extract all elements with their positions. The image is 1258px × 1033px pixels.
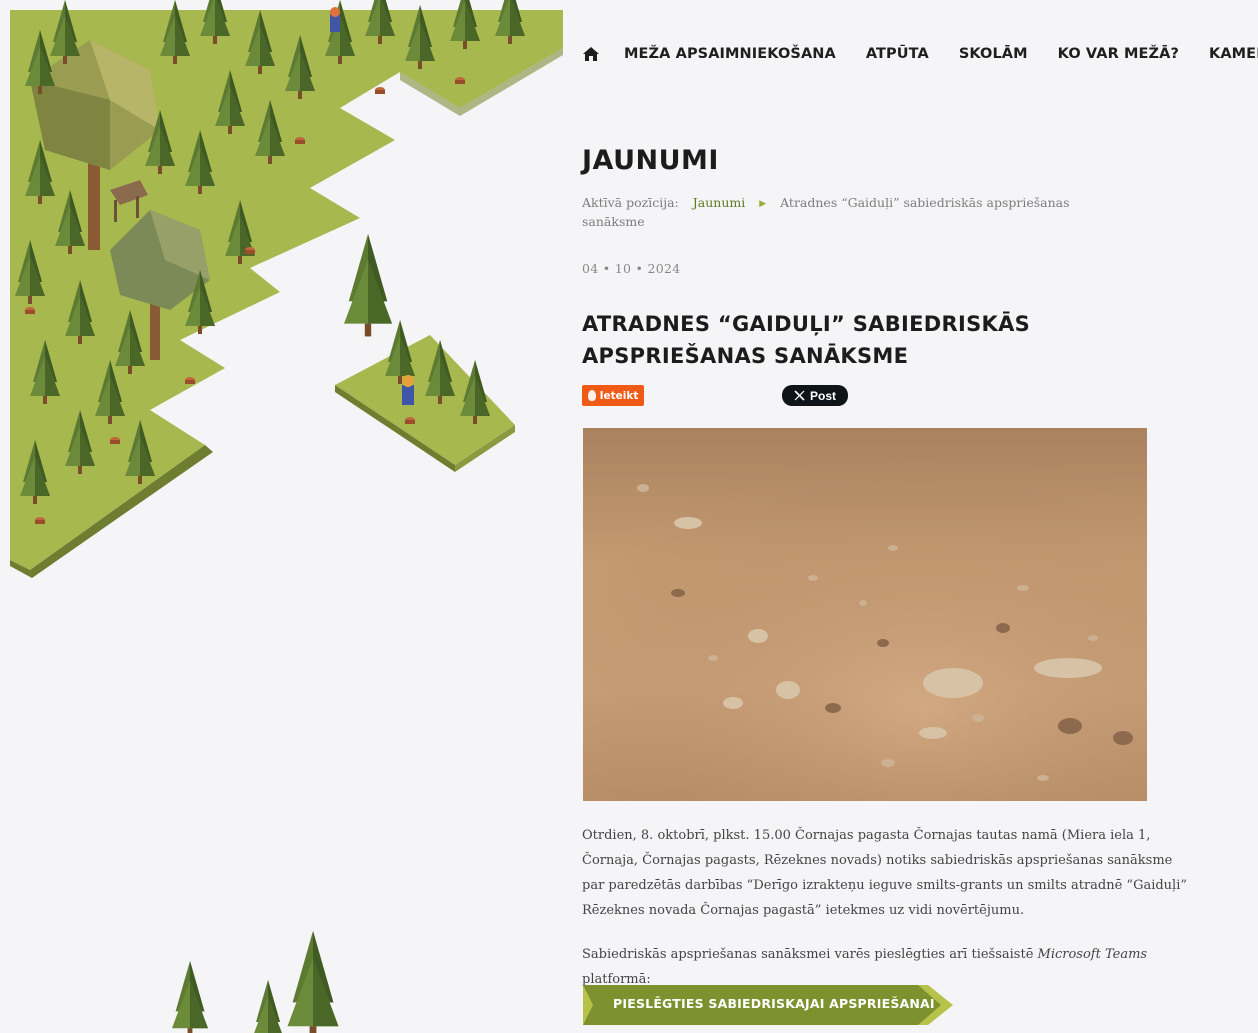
recommend-button[interactable]: Ieteikt — [582, 385, 644, 406]
join-consultation-label: PIESLĒGTIES SABIEDRISKAJAI APSPRIEŠANAI — [613, 996, 935, 1011]
recommend-button-label: Ieteikt — [599, 389, 639, 402]
nav-item-atputa[interactable]: ATPŪTA — [866, 46, 929, 62]
nav-item-meza-apsaimniekosana[interactable]: MEŽA APSAIMNIEKOŠANA — [624, 46, 836, 62]
article-paragraph: Otrdien, 8. oktobrī, plkst. 15.00 Čornaj… — [582, 828, 1188, 918]
page-title: JAUNUMI — [582, 145, 719, 176]
breadcrumb: Aktīvā pozīcija: Jaunumi ▶ Atradnes “Gai… — [582, 194, 1082, 230]
main-navigation: MEŽA APSAIMNIEKOŠANA ATPŪTA SKOLĀM KO VA… — [582, 43, 1258, 65]
nav-item-ko-var-meza[interactable]: KO VAR MEŽĀ? — [1058, 46, 1179, 62]
home-icon[interactable] — [582, 45, 600, 63]
article-date: 04 • 10 • 2024 — [582, 261, 681, 276]
forest-illustration — [10, 0, 563, 1033]
article-title: ATRADNES “GAIDUĻI” SABIEDRISKĀS APSPRIEŠ… — [582, 312, 1031, 368]
breadcrumb-link-jaunumi[interactable]: Jaunumi — [693, 195, 745, 210]
x-logo-icon — [794, 390, 805, 401]
chevron-right-icon: ▶ — [759, 199, 767, 209]
article-body: Otrdien, 8. oktobrī, plkst. 15.00 Čornaj… — [582, 823, 1192, 1011]
join-consultation-button[interactable]: PIESLĒGTIES SABIEDRISKAJAI APSPRIEŠANAI — [583, 985, 953, 1025]
x-post-label: Post — [809, 388, 836, 403]
nav-item-skolam[interactable]: SKOLĀM — [959, 46, 1028, 62]
x-post-button[interactable]: Post — [782, 385, 848, 406]
nav-item-kameras[interactable]: KAMERAS — [1209, 46, 1258, 62]
breadcrumb-label: Aktīvā pozīcija: — [582, 195, 679, 210]
flame-icon — [587, 390, 596, 401]
article-image-sand — [583, 428, 1147, 801]
